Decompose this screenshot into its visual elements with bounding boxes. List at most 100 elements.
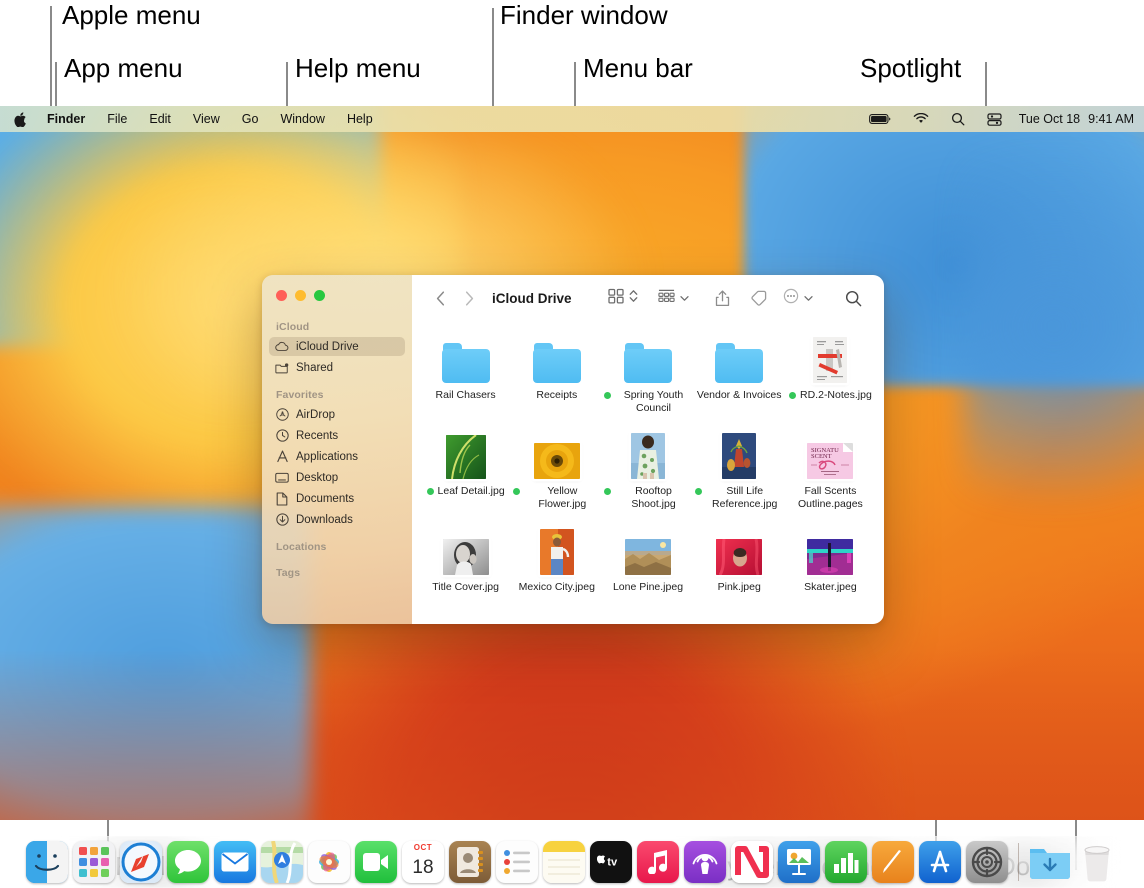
sync-status-dot bbox=[789, 392, 796, 399]
file-item[interactable]: Still Life Reference.jpg bbox=[694, 421, 785, 511]
file-item[interactable]: Receipts bbox=[511, 325, 602, 415]
screenshot-root: Apple menu App menu Help menu Finder win… bbox=[0, 0, 1144, 888]
dock-item-calendar[interactable]: OCT 18 bbox=[402, 841, 444, 883]
spotlight-search-icon[interactable] bbox=[940, 106, 976, 132]
view-switcher[interactable] bbox=[608, 288, 638, 309]
menu-bar-time: 9:41 AM bbox=[1088, 112, 1134, 126]
folder-icon bbox=[533, 343, 581, 383]
zoom-button[interactable] bbox=[314, 290, 325, 301]
dock-item-reminders[interactable] bbox=[496, 841, 538, 883]
dock-item-launchpad[interactable] bbox=[73, 841, 115, 883]
dock-item-podcasts[interactable] bbox=[684, 841, 726, 883]
file-item[interactable]: Title Cover.jpg bbox=[420, 517, 511, 594]
dock-item-facetime[interactable] bbox=[355, 841, 397, 883]
dock-item-messages[interactable] bbox=[167, 841, 209, 883]
back-chevron-icon[interactable] bbox=[430, 285, 451, 311]
chevron-down-icon[interactable] bbox=[680, 289, 689, 307]
dock-item-contacts[interactable] bbox=[449, 841, 491, 883]
sidebar-item-label: Downloads bbox=[296, 514, 353, 526]
file-item[interactable]: Spring Youth Council bbox=[602, 325, 693, 415]
folder-icon bbox=[442, 343, 490, 383]
menu-item-help[interactable]: Help bbox=[336, 106, 384, 132]
sidebar-item-recents[interactable]: Recents bbox=[269, 426, 405, 445]
file-item[interactable]: Rooftop Shoot.jpg bbox=[602, 421, 693, 511]
file-row: Leaf Detail.jpg bbox=[420, 421, 876, 511]
menu-item-go[interactable]: Go bbox=[231, 106, 270, 132]
callout-finder-window: Finder window bbox=[500, 2, 668, 28]
more-ellipsis-icon[interactable] bbox=[783, 288, 799, 309]
minimize-button[interactable] bbox=[295, 290, 306, 301]
up-down-chevron-icon[interactable] bbox=[629, 288, 638, 309]
sidebar-item-airdrop[interactable]: AirDrop bbox=[269, 405, 405, 424]
search-icon[interactable] bbox=[839, 285, 868, 311]
dock-item-mail[interactable] bbox=[214, 841, 256, 883]
sidebar-item-desktop[interactable]: Desktop bbox=[269, 468, 405, 487]
dock-item-numbers[interactable] bbox=[825, 841, 867, 883]
dock-item-photos[interactable] bbox=[308, 841, 350, 883]
control-center-icon[interactable] bbox=[976, 106, 1013, 132]
dock-item-music[interactable] bbox=[637, 841, 679, 883]
dock-item-app-store[interactable] bbox=[919, 841, 961, 883]
menu-item-window[interactable]: Window bbox=[269, 106, 335, 132]
dock-item-news[interactable] bbox=[731, 841, 773, 883]
sidebar-item-label: Desktop bbox=[296, 472, 338, 484]
group-by-button[interactable] bbox=[658, 288, 689, 309]
dock-item-safari[interactable] bbox=[120, 841, 162, 883]
menu-item-edit[interactable]: Edit bbox=[138, 106, 182, 132]
file-item[interactable]: Lone Pine.jpeg bbox=[602, 517, 693, 594]
image-thumbnail bbox=[807, 539, 853, 575]
close-button[interactable] bbox=[276, 290, 287, 301]
sidebar-item-icloud-drive[interactable]: iCloud Drive bbox=[269, 337, 405, 356]
image-thumbnail bbox=[443, 539, 489, 575]
file-item[interactable]: Leaf Detail.jpg bbox=[420, 421, 511, 511]
file-item[interactable]: Vendor & Invoices bbox=[694, 325, 785, 415]
file-item[interactable]: Pink.jpeg bbox=[694, 517, 785, 594]
menu-item-finder[interactable]: Finder bbox=[36, 106, 96, 132]
menu-bar-clock[interactable]: Tue Oct 18 9:41 AM bbox=[1013, 112, 1134, 126]
dock-item-system-settings[interactable] bbox=[966, 841, 1008, 883]
apple-logo-icon[interactable] bbox=[10, 112, 36, 127]
file-name: Spring Youth Council bbox=[615, 389, 692, 415]
file-item[interactable]: Skater.jpeg bbox=[785, 517, 876, 594]
calendar-day: 18 bbox=[402, 853, 444, 883]
dock-item-finder[interactable] bbox=[26, 841, 68, 883]
wifi-icon[interactable] bbox=[902, 106, 940, 132]
sidebar-item-documents[interactable]: Documents bbox=[269, 489, 405, 508]
svg-text:tv: tv bbox=[607, 857, 618, 869]
menu-item-file[interactable]: File bbox=[96, 106, 138, 132]
sidebar-item-label: Recents bbox=[296, 430, 338, 442]
chevron-down-icon[interactable] bbox=[804, 289, 813, 307]
sidebar-item-downloads[interactable]: Downloads bbox=[269, 510, 405, 529]
sync-status-dot bbox=[604, 488, 611, 495]
file-name: Pink.jpeg bbox=[718, 581, 761, 594]
tag-icon[interactable] bbox=[744, 285, 773, 311]
callout-app-menu: App menu bbox=[64, 55, 183, 81]
finder-sidebar: iCloud iCloud Drive Shared bbox=[262, 275, 412, 624]
icon-view-icon[interactable] bbox=[608, 288, 624, 309]
dock-item-notes[interactable] bbox=[543, 841, 585, 883]
file-item[interactable]: Yellow Flower.jpg bbox=[511, 421, 602, 511]
more-actions-button[interactable] bbox=[783, 288, 813, 309]
dock-item-maps[interactable] bbox=[261, 841, 303, 883]
forward-chevron-icon[interactable] bbox=[459, 285, 480, 311]
dock-item-pages[interactable] bbox=[872, 841, 914, 883]
sidebar-item-shared[interactable]: Shared bbox=[269, 358, 405, 377]
finder-window[interactable]: iCloud iCloud Drive Shared bbox=[262, 275, 884, 624]
file-item[interactable]: Rail Chasers bbox=[420, 325, 511, 415]
dock-item-apple-tv[interactable]: tv bbox=[590, 841, 632, 883]
group-by-icon[interactable] bbox=[658, 288, 675, 309]
battery-icon[interactable] bbox=[858, 106, 902, 132]
share-icon[interactable] bbox=[709, 285, 736, 311]
image-thumbnail bbox=[540, 529, 574, 575]
file-item[interactable]: SIGNATUSCENT Fall Scents Outline.pages bbox=[785, 421, 876, 511]
dock-item-trash[interactable] bbox=[1076, 841, 1118, 883]
menu-item-view[interactable]: View bbox=[182, 106, 231, 132]
file-item[interactable]: RD.2-Notes.jpg bbox=[785, 325, 876, 415]
dock-item-downloads-folder[interactable] bbox=[1029, 841, 1071, 883]
sidebar-item-applications[interactable]: Applications bbox=[269, 447, 405, 466]
file-item[interactable]: Mexico City.jpeg bbox=[511, 517, 602, 594]
callout-apple-menu: Apple menu bbox=[62, 2, 201, 28]
sync-status-dot bbox=[604, 392, 611, 399]
dock-item-keynote[interactable] bbox=[778, 841, 820, 883]
document-icon bbox=[275, 492, 289, 506]
